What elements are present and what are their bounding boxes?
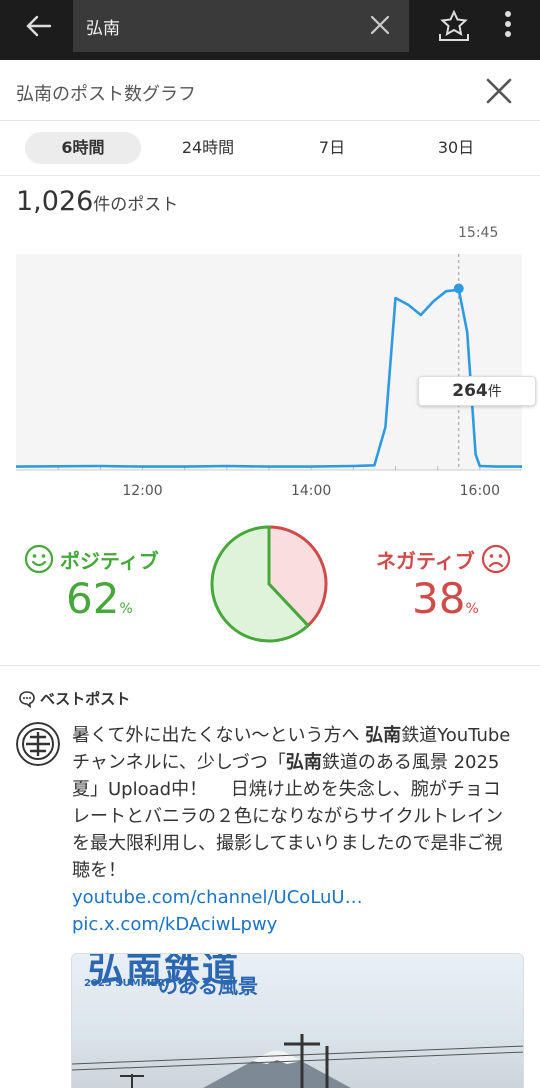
youtube-link[interactable]: youtube.com/channel/UCoLuU… [72, 884, 516, 911]
media-tag: 2025 SUMMER [84, 978, 166, 989]
negative-label: ネガティブ [376, 544, 511, 574]
negative-percent: 38% [412, 574, 479, 623]
media-landscape [72, 1034, 523, 1088]
negative-pct-sign: % [465, 601, 479, 617]
range-tabs: 6時間 24時間 7日 30日 [0, 121, 540, 176]
positive-value: 62 [66, 574, 120, 623]
post-count: 1,026件のポスト [16, 186, 178, 217]
avatar[interactable] [16, 722, 60, 766]
post-count-value: 1,026 [16, 186, 94, 217]
chart-plot-area [16, 254, 522, 470]
post-text-1: 暑くて外に出たくない〜という方へ [72, 725, 366, 746]
tab-24h[interactable]: 24時間 [150, 132, 266, 164]
best-post-heading-text: ベストポスト [40, 690, 131, 708]
search-input[interactable]: 弘南 [73, 0, 409, 52]
negative-value: 38 [412, 574, 466, 623]
clear-icon[interactable] [367, 12, 393, 38]
tooltip-value: 264 [452, 381, 488, 401]
post-count-unit: 件のポスト [93, 195, 179, 215]
tab-30d[interactable]: 30日 [398, 132, 514, 164]
graph-panel-header: 弘南のポスト数グラフ [0, 60, 540, 121]
sentiment-pie [210, 525, 328, 643]
positive-label: ポジティブ [24, 544, 159, 574]
post-highlight-1: 弘南 [365, 725, 402, 746]
chart-tooltip: 264件 [418, 376, 536, 406]
frown-icon [481, 544, 510, 574]
close-icon[interactable] [484, 76, 514, 106]
x-tick-label: 16:00 [460, 483, 500, 499]
section-divider [0, 665, 540, 666]
positive-pct-sign: % [119, 601, 133, 617]
x-tick-label: 14:00 [291, 483, 331, 499]
tooltip-unit: 件 [487, 384, 502, 400]
search-query: 弘南 [86, 19, 120, 39]
post-highlight-2: 弘南 [285, 752, 322, 773]
panel-title: 弘南のポスト数グラフ [16, 84, 196, 105]
positive-percent: 62% [66, 574, 133, 623]
tab-7d[interactable]: 7日 [274, 132, 390, 164]
arrow-left-icon [26, 15, 52, 37]
negative-text: ネガティブ [376, 548, 475, 573]
marker-point [453, 283, 464, 294]
tab-6h[interactable]: 6時間 [25, 132, 141, 164]
post-media-image[interactable]: 弘南鉄道 2025 SUMMER のある風景 [71, 953, 524, 1088]
positive-text: ポジティブ [60, 548, 159, 573]
best-post-heading: ベストポスト [18, 688, 130, 709]
chart-marker-time: 15:45 [458, 225, 499, 241]
app-bar: 弘南 [0, 0, 540, 60]
x-tick-label: 12:00 [122, 483, 162, 499]
chat-bubble-icon [19, 690, 35, 708]
pic-link[interactable]: pic.x.com/kDAciwLpwy [72, 911, 516, 938]
post-text: 暑くて外に出たくない〜という方へ 弘南鉄道YouTubeチャンネルに、少しづつ「… [72, 722, 516, 938]
smile-icon [24, 544, 54, 574]
back-button[interactable] [18, 10, 58, 42]
more-vert-icon[interactable] [496, 8, 520, 44]
save-search-icon[interactable] [436, 8, 472, 44]
